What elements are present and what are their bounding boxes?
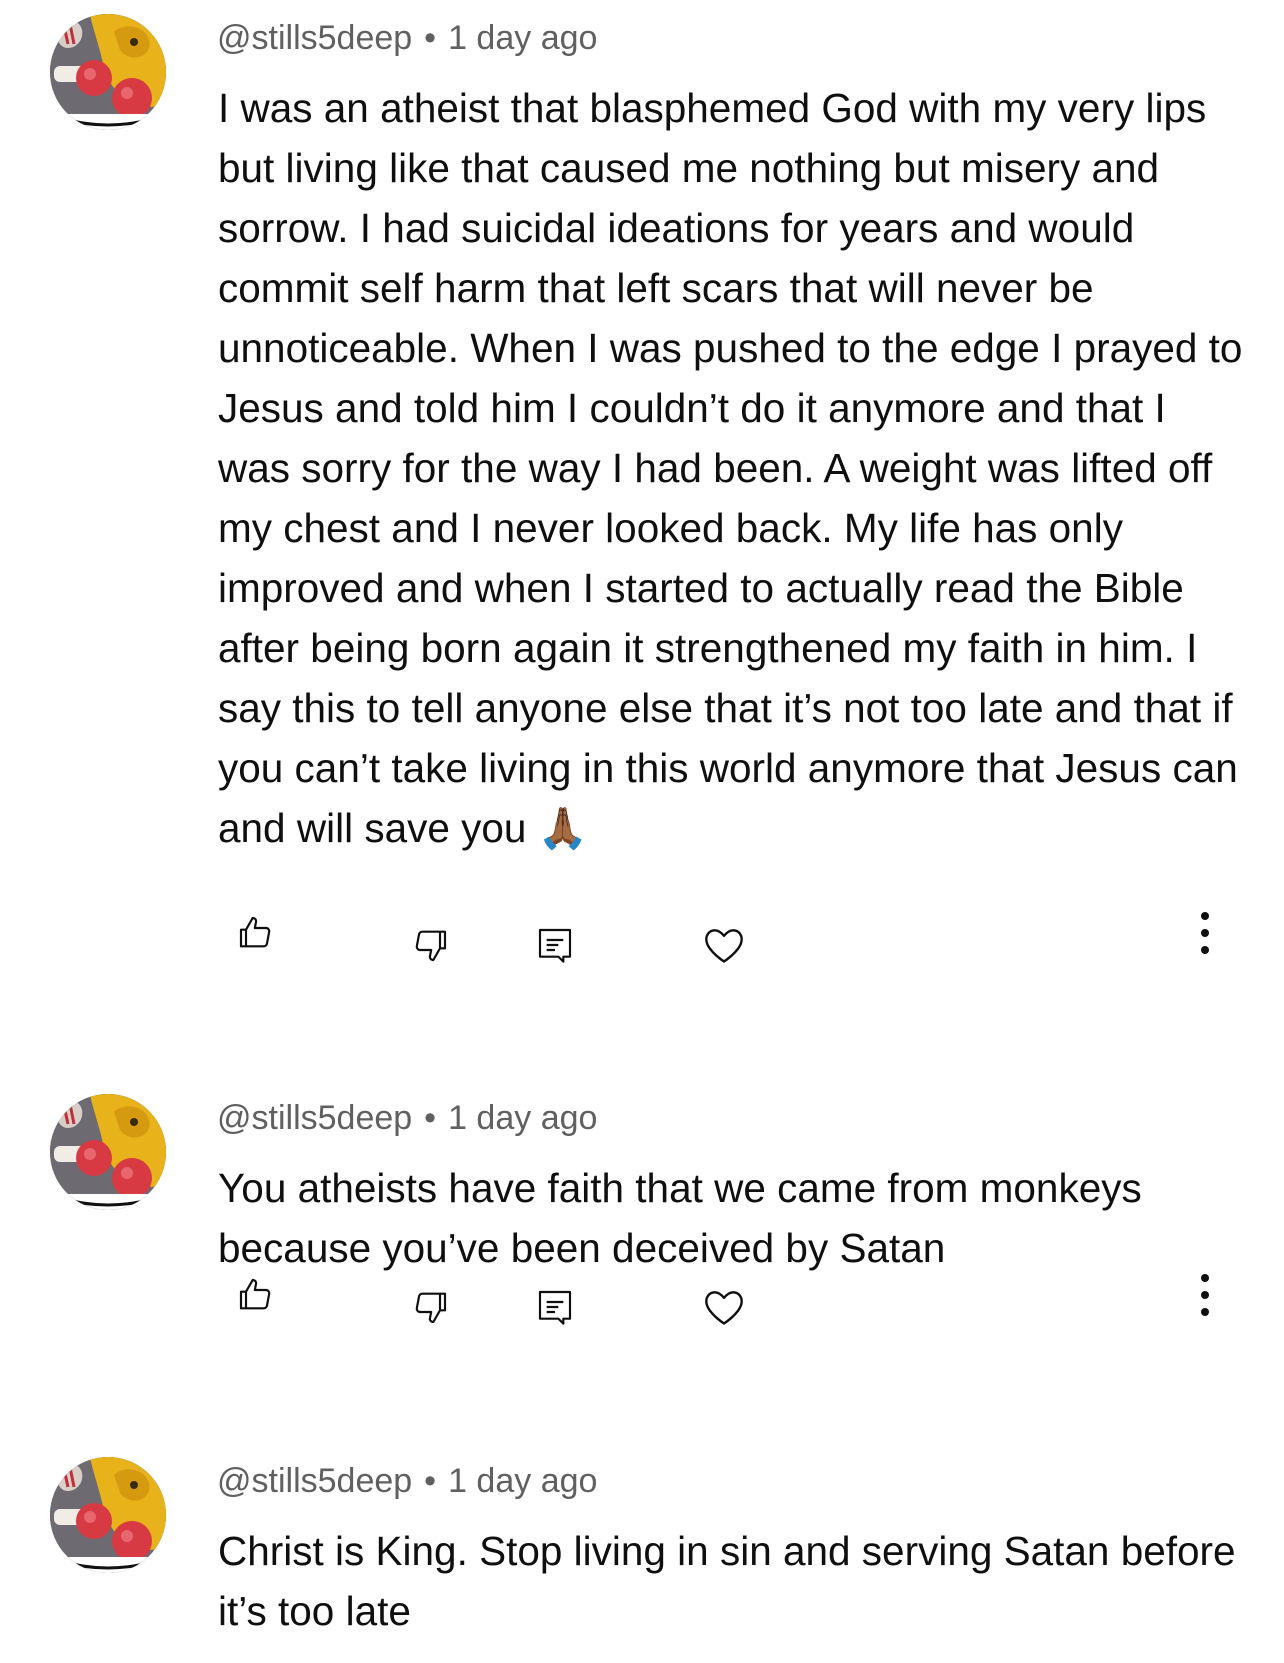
avatar-image	[50, 14, 166, 130]
comment-author-handle[interactable]: @stills5deep	[217, 19, 412, 57]
heart-icon	[705, 929, 743, 963]
comment-timestamp[interactable]: 1 day ago	[448, 1099, 597, 1137]
dislike-button[interactable]	[402, 1279, 458, 1335]
heart-button[interactable]	[696, 917, 752, 973]
comment-text: You atheists have faith that we came fro…	[218, 1165, 1142, 1271]
meta-separator: •	[424, 1099, 437, 1137]
meta-separator: •	[424, 19, 437, 57]
avatar[interactable]	[50, 1457, 166, 1573]
thumbs-down-icon	[415, 930, 447, 962]
reply-comment-icon	[538, 928, 572, 963]
avatar-image	[50, 1094, 166, 1210]
thumbs-up-icon	[239, 1278, 271, 1310]
comment-actions	[0, 1267, 1284, 1327]
like-button[interactable]	[228, 1267, 284, 1323]
meta-separator: •	[424, 1462, 437, 1500]
comment-actions	[0, 905, 1284, 965]
comment-meta: @stills5deep • 1 day ago	[217, 1461, 597, 1501]
thumbs-down-icon	[415, 1292, 447, 1324]
heart-button[interactable]	[696, 1279, 752, 1335]
more-vertical-icon	[1201, 912, 1209, 954]
more-options-button[interactable]	[1177, 905, 1233, 961]
more-vertical-icon	[1201, 1274, 1209, 1316]
comment-author-handle[interactable]: @stills5deep	[217, 1462, 412, 1500]
like-button[interactable]	[228, 905, 284, 961]
more-options-button[interactable]	[1177, 1267, 1233, 1323]
dislike-button[interactable]	[402, 917, 458, 973]
reply-button[interactable]	[527, 1279, 583, 1335]
comment-author-handle[interactable]: @stills5deep	[217, 1099, 412, 1137]
avatar[interactable]	[50, 14, 166, 130]
comment-timestamp[interactable]: 1 day ago	[448, 1462, 597, 1500]
heart-icon	[705, 1291, 743, 1325]
avatar-image	[50, 1457, 166, 1573]
reply-button[interactable]	[527, 917, 583, 973]
comment-text: I was an atheist that blasphemed God wit…	[218, 85, 1243, 851]
avatar[interactable]	[50, 1094, 166, 1210]
reply-comment-icon	[538, 1290, 572, 1325]
comment-text: Christ is King. Stop living in sin and s…	[218, 1528, 1236, 1634]
comment-timestamp[interactable]: 1 day ago	[448, 19, 597, 57]
comment-meta: @stills5deep • 1 day ago	[217, 18, 597, 58]
comment-meta: @stills5deep • 1 day ago	[217, 1098, 597, 1138]
thumbs-up-icon	[239, 916, 271, 948]
